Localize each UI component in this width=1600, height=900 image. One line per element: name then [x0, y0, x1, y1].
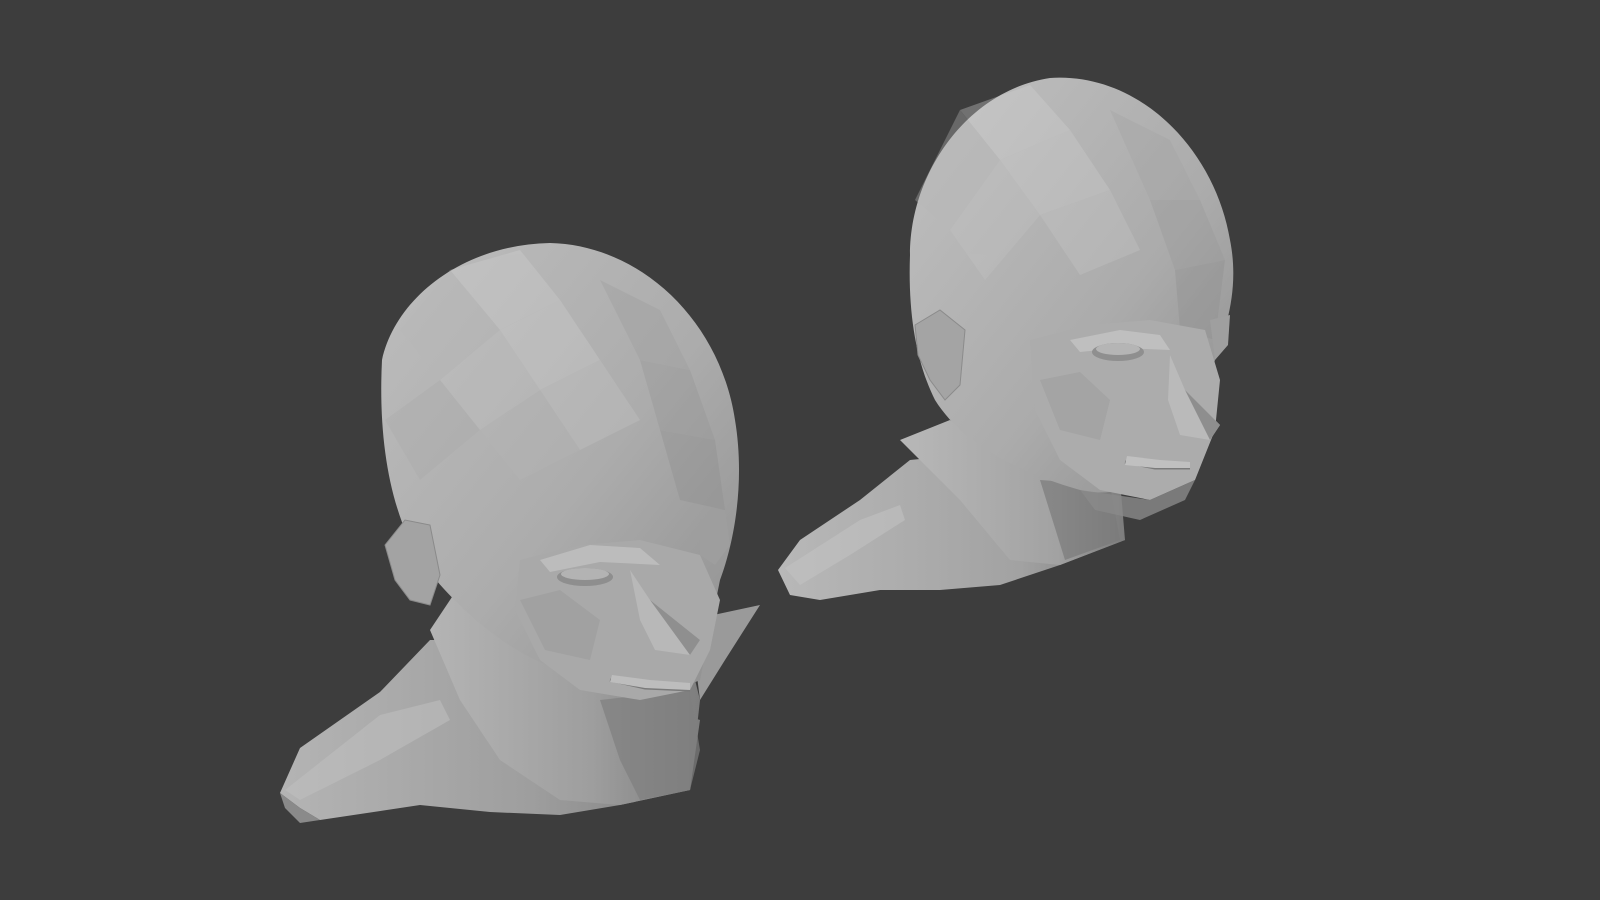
- right-ear: [914, 309, 966, 401]
- left-eyelid: [561, 568, 609, 580]
- head-mesh-right[interactable]: [778, 77, 1234, 600]
- right-eyelid: [1096, 343, 1140, 355]
- viewport-canvas[interactable]: [0, 0, 1600, 900]
- 3d-viewport[interactable]: [0, 0, 1600, 900]
- head-mesh-left[interactable]: [280, 243, 760, 823]
- left-ear: [384, 519, 441, 606]
